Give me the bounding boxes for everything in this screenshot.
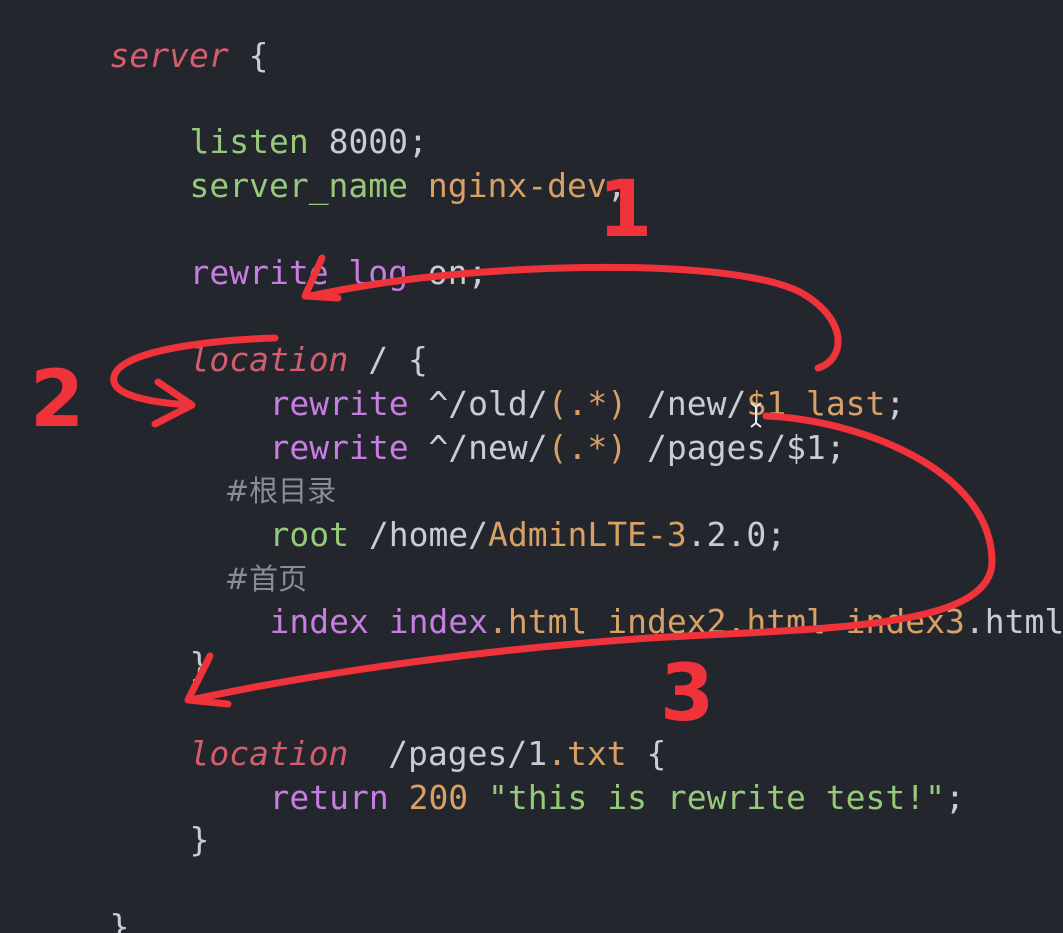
keyword-return: return	[269, 778, 389, 817]
return-string: "this is rewrite test!"	[488, 778, 946, 817]
code-token: index2	[587, 602, 727, 641]
closing-brace: }	[189, 820, 210, 859]
code-token: ;	[606, 166, 627, 205]
text-cursor-icon	[750, 402, 762, 428]
code-editor[interactable]: server { listen 8000; server_name nginx-…	[0, 0, 1063, 933]
annotation-number-2: 2	[30, 355, 84, 445]
code-line-server-name: server_name nginx-dev;	[110, 126, 626, 205]
code-line-rewrite-log: rewrite_log on;	[110, 213, 487, 292]
code-token: /home/	[348, 515, 489, 554]
code-token: index3	[825, 602, 965, 641]
code-token: .html	[488, 602, 588, 641]
code-token: /pages/$1;	[627, 428, 846, 467]
code-token: .2.0;	[686, 515, 787, 554]
annotation-number-3: 3	[660, 649, 714, 739]
keyword-server-name: server_name	[189, 166, 409, 205]
code-line-listen: listen 8000;	[110, 82, 427, 161]
code-line-index: index index.html index2.html index3.html…	[190, 562, 1063, 641]
code-token: ^/new/	[408, 428, 548, 467]
code-token: index	[368, 602, 489, 641]
code-line-comment-index: #首页	[188, 519, 307, 596]
code-token: (.*)	[547, 428, 628, 467]
code-line-location-pages: location /pages/1.txt {	[110, 694, 666, 773]
code-token: {	[228, 36, 269, 75]
code-token: .html	[726, 602, 826, 641]
closing-brace: }	[109, 907, 130, 933]
code-token: 200	[388, 778, 489, 817]
code-token: ;	[885, 384, 906, 423]
code-line-server: server {	[30, 0, 268, 75]
keyword-rewrite-log: rewrite_log	[189, 253, 409, 292]
server-name-value: nginx-dev	[427, 166, 607, 205]
keyword-index: index	[269, 602, 369, 641]
code-line-close-location-2: }	[110, 780, 209, 859]
code-line-close-server: }	[30, 867, 129, 933]
code-token: ;	[945, 778, 965, 817]
code-token: on;	[408, 253, 488, 292]
code-line-comment-root: #根目录	[188, 431, 336, 508]
code-line-rewrite-old: rewrite ^/old/(.*) /new/$1 last;	[190, 344, 905, 423]
code-token: AdminLTE-3	[488, 515, 687, 554]
code-line-return: return 200 "this is rewrite test!";	[190, 738, 964, 817]
closing-brace: }	[189, 645, 210, 684]
keyword-server: server	[109, 36, 229, 75]
code-line-location-root: location / {	[110, 300, 427, 379]
code-line-close-location: }	[110, 605, 209, 684]
code-line-root: root /home/AdminLTE-3.2.0;	[190, 475, 786, 554]
code-token: .html;	[964, 602, 1063, 641]
